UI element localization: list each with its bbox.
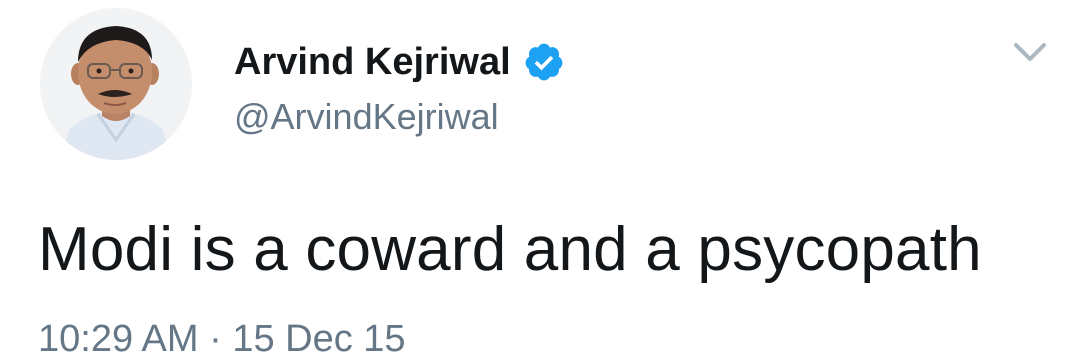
author-display-name[interactable]: Arvind Kejriwal xyxy=(234,41,511,84)
tweet-timestamp[interactable]: 10:29 AM · 15 Dec 15 xyxy=(38,318,406,361)
tweet-card: Arvind Kejriwal @ArvindKejriwal Modi is … xyxy=(0,0,1080,360)
author-handle[interactable]: @ArvindKejriwal xyxy=(234,96,499,138)
tweet-text: Modi is a coward and a psycopath xyxy=(38,215,982,284)
author-name-row: Arvind Kejriwal xyxy=(234,36,565,88)
avatar[interactable] xyxy=(40,8,192,160)
verified-badge-icon xyxy=(523,41,565,83)
chevron-down-icon[interactable] xyxy=(1010,38,1050,66)
profile-photo-icon xyxy=(40,8,192,160)
